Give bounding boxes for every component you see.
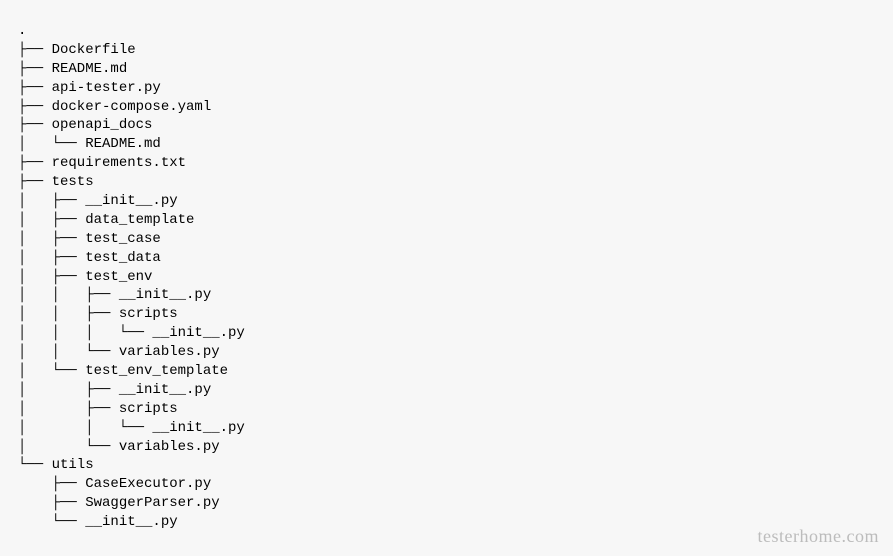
tree-line: │ ├── data_template	[18, 211, 875, 230]
tree-line: │ ├── __init__.py	[18, 192, 875, 211]
tree-line: └── __init__.py	[18, 513, 875, 532]
tree-line: │ │ ├── __init__.py	[18, 286, 875, 305]
tree-line: ├── requirements.txt	[18, 154, 875, 173]
tree-line: │ │ └── variables.py	[18, 343, 875, 362]
tree-line: │ ├── scripts	[18, 400, 875, 419]
tree-line: ├── README.md	[18, 60, 875, 79]
tree-line: ├── SwaggerParser.py	[18, 494, 875, 513]
directory-tree: .├── Dockerfile├── README.md├── api-test…	[18, 22, 875, 532]
tree-line: │ │ └── __init__.py	[18, 419, 875, 438]
tree-line: .	[18, 22, 875, 41]
tree-line: │ │ │ └── __init__.py	[18, 324, 875, 343]
tree-line: │ │ ├── scripts	[18, 305, 875, 324]
tree-line: │ ├── __init__.py	[18, 381, 875, 400]
tree-line: │ ├── test_env	[18, 268, 875, 287]
tree-line: │ ├── test_data	[18, 249, 875, 268]
tree-line: │ └── README.md	[18, 135, 875, 154]
tree-line: ├── Dockerfile	[18, 41, 875, 60]
tree-line: └── utils	[18, 456, 875, 475]
tree-line: ├── CaseExecutor.py	[18, 475, 875, 494]
tree-line: ├── openapi_docs	[18, 116, 875, 135]
tree-line: │ └── variables.py	[18, 438, 875, 457]
tree-line: │ ├── test_case	[18, 230, 875, 249]
tree-line: │ └── test_env_template	[18, 362, 875, 381]
tree-line: ├── api-tester.py	[18, 79, 875, 98]
tree-line: ├── tests	[18, 173, 875, 192]
tree-line: ├── docker-compose.yaml	[18, 98, 875, 117]
